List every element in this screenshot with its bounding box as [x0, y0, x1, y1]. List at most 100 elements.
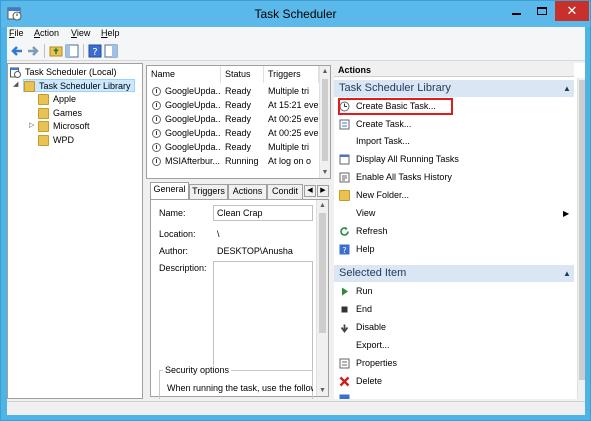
menu-action[interactable]: Action [34, 28, 59, 38]
action-export[interactable]: Export... [334, 337, 574, 354]
tab-scroll-left-icon[interactable]: ◀ [304, 185, 316, 197]
action-label: Run [356, 286, 373, 296]
minimize-button[interactable] [503, 1, 529, 21]
title-bar[interactable]: Task Scheduler ✕ [1, 1, 590, 27]
tab-triggers[interactable]: Triggers [189, 184, 228, 199]
scroll-up-icon[interactable]: ▲ [317, 200, 328, 211]
action-new-folder[interactable]: New Folder... [334, 187, 574, 204]
column-header-triggers[interactable]: Triggers [264, 66, 319, 83]
toolbar: ? [7, 41, 585, 61]
action-delete[interactable]: Delete [334, 373, 574, 390]
task-row[interactable]: GoogleUpda... Ready At 00:25 eve [147, 113, 318, 126]
column-header-name[interactable]: Name [147, 66, 221, 83]
svg-text:?: ? [342, 246, 346, 255]
task-status: Ready [225, 100, 252, 110]
expand-collapse-icon[interactable]: ◢ [13, 80, 18, 88]
scrollbar-thumb[interactable] [319, 213, 326, 333]
author-label: Author: [159, 246, 189, 256]
history-icon [339, 172, 350, 183]
task-row[interactable]: GoogleUpda... Ready Multiple tri [147, 85, 309, 98]
folder-icon [38, 121, 49, 132]
maximize-button[interactable] [529, 1, 555, 21]
folder-icon [38, 94, 49, 105]
task-clock-icon [152, 129, 161, 138]
refresh-icon [340, 227, 349, 236]
action-display-running-tasks[interactable]: Display All Running Tasks [334, 151, 574, 168]
scrollbar-thumb[interactable] [322, 79, 328, 161]
expand-icon[interactable]: ▷ [29, 121, 34, 129]
action-enable-tasks-history[interactable]: Enable All Tasks History [334, 169, 574, 186]
task-trigger: At 00:25 eve [268, 128, 318, 138]
column-header-status[interactable]: Status [221, 66, 264, 83]
section-header-library[interactable]: Task Scheduler Library [334, 80, 574, 97]
menu-help[interactable]: Help [101, 28, 120, 38]
tree-folder-label: WPD [53, 135, 74, 145]
action-create-task[interactable]: Create Task... [334, 116, 574, 133]
task-name: GoogleUpda... [165, 86, 221, 96]
action-help[interactable]: ? Help [334, 241, 574, 258]
general-tab-content: Name: Clean Crap Location: \ Author: DES… [150, 199, 329, 399]
action-run[interactable]: Run [334, 283, 574, 300]
action-refresh[interactable]: Refresh [334, 223, 574, 240]
new-folder-icon [339, 190, 350, 201]
author-value: DESKTOP\Anusha [217, 246, 293, 256]
tab-general[interactable]: General [150, 182, 189, 199]
folder-icon [38, 108, 49, 119]
up-folder-icon[interactable] [49, 44, 63, 58]
action-label: Import Task... [356, 136, 410, 146]
task-name: GoogleUpda... [165, 128, 221, 138]
tab-scroll-right-icon[interactable]: ▶ [317, 185, 329, 197]
task-trigger: Multiple tri [268, 142, 310, 152]
section-header-selected-item[interactable]: Selected Item [334, 265, 574, 282]
forward-icon[interactable] [26, 44, 40, 58]
action-disable[interactable]: Disable [334, 319, 574, 336]
action-label: Refresh [356, 226, 388, 236]
task-name: GoogleUpda... [165, 100, 221, 110]
maximize-icon [537, 7, 547, 15]
console-tree-pane: Task Scheduler (Local) ◢ Task Scheduler … [7, 63, 143, 399]
run-icon [342, 287, 348, 296]
action-end[interactable]: End [334, 301, 574, 318]
disable-icon [340, 324, 349, 333]
task-list-scrollbar[interactable]: ▲ ▼ [319, 66, 330, 178]
svg-text:?: ? [92, 47, 97, 58]
scroll-down-icon[interactable]: ▼ [320, 167, 330, 178]
submenu-arrow-icon: ▶ [563, 209, 570, 218]
menu-view[interactable]: View [71, 28, 90, 38]
task-row[interactable]: GoogleUpda... Ready Multiple tri [147, 141, 309, 154]
tree-item-task-scheduler-library[interactable]: Task Scheduler Library [23, 79, 135, 92]
scrollbar-thumb[interactable] [579, 80, 585, 380]
action-view[interactable]: View ▶ [334, 205, 574, 222]
actions-scrollbar[interactable] [577, 78, 585, 399]
action-partially-visible[interactable] [334, 391, 574, 399]
show-pane-icon[interactable] [65, 44, 79, 58]
task-row[interactable]: GoogleUpda... Ready At 00:25 eve [147, 127, 318, 140]
task-status: Ready [225, 86, 252, 96]
task-name: MSIAfterbur... [165, 156, 221, 166]
description-field[interactable] [213, 261, 313, 371]
action-properties[interactable]: Properties [334, 355, 574, 372]
task-clock-icon [152, 101, 161, 110]
task-row[interactable]: GoogleUpda... Ready At 15:21 eve [147, 99, 318, 112]
close-button[interactable]: ✕ [555, 1, 589, 21]
details-scrollbar[interactable]: ▲ ▼ [316, 200, 328, 396]
task-clock-icon [152, 143, 161, 152]
task-details-pane: General Triggers Actions Condit ◀ ▶ Name… [146, 182, 331, 399]
scroll-up-icon[interactable]: ▲ [320, 66, 330, 77]
collapse-section-icon[interactable]: ▲ [563, 84, 571, 93]
properties-pane-icon[interactable] [104, 44, 118, 58]
menu-file[interactable]: File [9, 28, 24, 38]
task-name-field[interactable]: Clean Crap [213, 205, 313, 221]
tab-actions[interactable]: Actions [228, 184, 267, 199]
help-icon[interactable]: ? [88, 44, 102, 58]
folder-icon [24, 81, 35, 92]
action-label: Display All Running Tasks [356, 154, 459, 164]
task-row[interactable]: MSIAfterbur... Running At log on o [147, 155, 311, 168]
tab-conditions[interactable]: Condit [267, 184, 303, 199]
back-icon[interactable] [10, 44, 24, 58]
action-import-task[interactable]: Import Task... [334, 133, 574, 150]
task-trigger: At 00:25 eve [268, 114, 318, 124]
collapse-section-icon[interactable]: ▲ [563, 269, 571, 278]
menu-help-label: elp [107, 28, 120, 38]
scroll-down-icon[interactable]: ▼ [317, 385, 328, 396]
